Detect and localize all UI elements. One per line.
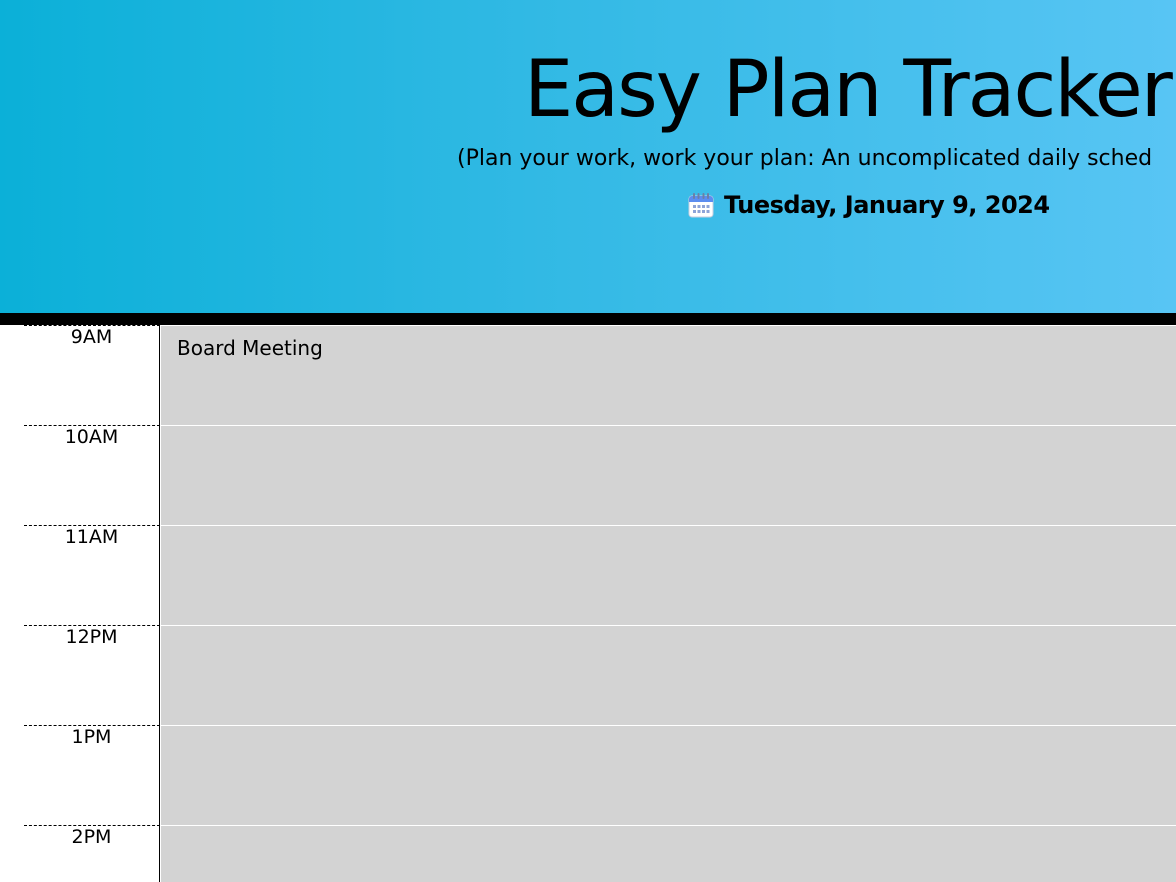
event-input[interactable] [161,625,1176,725]
schedule: 9AM Board Meeting 10AM 11AM 12PM 1PM 2PM [0,325,1176,882]
event-input[interactable] [161,525,1176,625]
time-block-1pm: 1PM [0,725,1176,825]
time-block-10am: 10AM [0,425,1176,525]
time-block-9am: 9AM Board Meeting [0,325,1176,425]
hour-label: 10AM [24,425,160,525]
hour-label: 2PM [24,825,160,882]
app-header: Easy Plan Tracker (Plan your work, work … [0,0,1176,313]
event-input[interactable] [161,725,1176,825]
hour-label: 1PM [24,725,160,825]
calendar-icon [688,192,714,218]
hour-label: 9AM [24,325,160,425]
time-block-11am: 11AM [0,525,1176,625]
page-subtitle: (Plan your work, work your plan: An unco… [457,146,1153,171]
event-input[interactable] [161,425,1176,525]
time-block-2pm: 2PM [0,825,1176,882]
page-title: Easy Plan Tracker [524,45,1173,135]
current-date: Tuesday, January 9, 2024 [688,191,1050,220]
date-label: Tuesday, January 9, 2024 [724,191,1050,219]
hour-label: 11AM [24,525,160,625]
page: Easy Plan Tracker (Plan your work, work … [0,0,1176,882]
header-divider [0,313,1176,325]
event-input[interactable]: Board Meeting [161,325,1176,425]
hour-label: 12PM [24,625,160,725]
time-block-12pm: 12PM [0,625,1176,725]
event-input[interactable] [161,825,1176,882]
